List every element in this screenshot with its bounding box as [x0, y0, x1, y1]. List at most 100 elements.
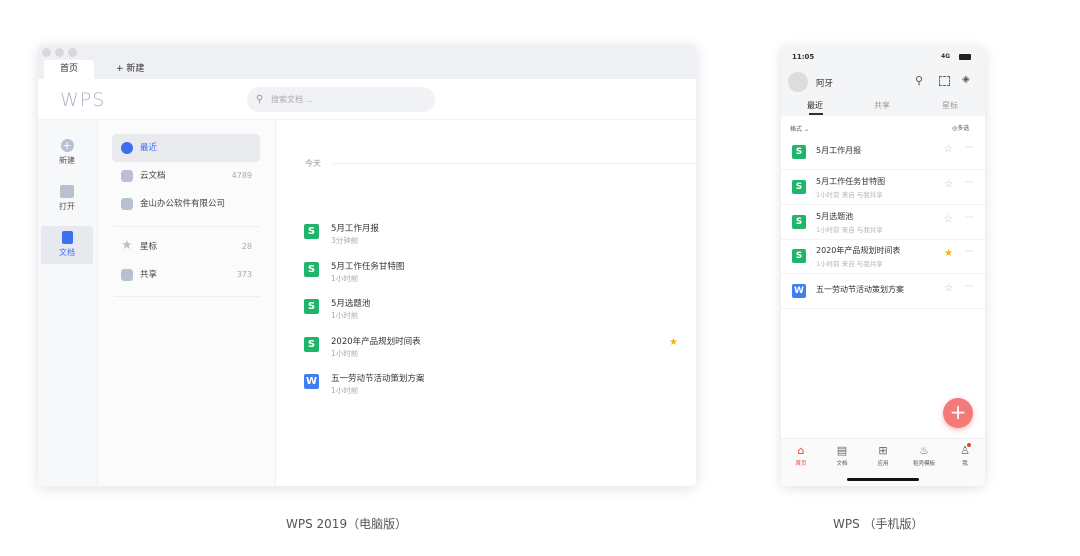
spreadsheet-icon: S — [792, 249, 806, 264]
nav-shared[interactable]: 共享 373 — [112, 261, 260, 289]
file-item[interactable]: S 5月工作任务甘特图 1小时前 — [304, 258, 684, 294]
file-time: 3分钟前 — [331, 236, 359, 245]
star-icon[interactable]: ☆ — [944, 214, 953, 225]
mobile-header: 11:05 4G 阿牙 ⚲ ◈ 最近 共享 星标 — [781, 46, 985, 116]
nav-company[interactable]: 金山办公软件有限公司 — [112, 190, 260, 218]
file-time: 1小时前 — [331, 348, 359, 358]
hat-icon[interactable]: ◈ — [962, 74, 970, 85]
scan-icon[interactable] — [939, 76, 950, 86]
mobile-file-item[interactable]: S 2020年产品规划时间表 1小时前 来自 与我共享 ★ ··· — [781, 239, 985, 275]
nav-starred[interactable]: ★ 星标 28 — [112, 233, 260, 261]
file-item[interactable]: S 2020年产品规划时间表 1小时前 ★ — [304, 333, 684, 369]
mobile-tab-recent[interactable]: 最近 — [807, 100, 823, 111]
tabbar-label: 首页 — [795, 461, 807, 467]
window-minimize-button[interactable] — [55, 48, 64, 57]
spreadsheet-icon: S — [792, 214, 806, 229]
more-icon[interactable]: ··· — [965, 247, 974, 257]
format-filter[interactable]: 格式 ⌄ — [790, 124, 809, 133]
status-network: 4G — [941, 53, 951, 60]
document-icon: ▤ — [836, 444, 848, 457]
avatar[interactable] — [788, 72, 808, 92]
file-name: 5月选题池 — [331, 299, 371, 309]
window-close-button[interactable] — [42, 48, 51, 57]
search-placeholder: 搜索文档 ... — [271, 95, 314, 104]
window-maximize-button[interactable] — [68, 48, 77, 57]
file-name: 5月工作任务甘特图 — [331, 261, 405, 272]
search-input[interactable]: ⚲ 搜索文档 ... — [247, 87, 435, 112]
file-meta: 1小时前 来自 与我共享 — [816, 190, 883, 199]
file-item[interactable]: S 5月工作月报 3分钟前 — [304, 220, 684, 256]
nav-label: 共享 — [140, 270, 158, 280]
file-name: 2020年产品规划时间表 — [331, 336, 421, 347]
mobile-tab-starred[interactable]: 星标 — [942, 100, 958, 111]
spreadsheet-icon: S — [304, 224, 319, 239]
star-icon[interactable]: ☆ — [944, 179, 953, 190]
rail-label: 文档 — [59, 248, 75, 257]
writer-doc-icon: W — [792, 284, 806, 299]
tab-new[interactable]: + 新建 — [100, 60, 160, 79]
tabbar-label: 我 — [962, 461, 968, 467]
nav-recent[interactable]: 最近 — [112, 134, 260, 162]
rail-new[interactable]: + 新建 — [41, 134, 93, 172]
nav-cloud[interactable]: 云文档 4789 — [112, 162, 260, 190]
star-icon[interactable]: ★ — [669, 337, 678, 348]
left-rail: + 新建 打开 文档 — [38, 120, 98, 486]
home-icon: ⌂ — [797, 444, 805, 457]
folder-icon — [60, 185, 74, 198]
search-icon[interactable]: ⚲ — [915, 74, 923, 87]
divider — [332, 163, 696, 164]
divider — [114, 296, 260, 297]
status-time: 11:05 — [792, 53, 815, 61]
file-name: 5月工作任务甘特图 — [816, 176, 886, 186]
multi-select-button[interactable]: ◎多选 — [952, 123, 969, 132]
star-icon[interactable]: ☆ — [944, 283, 953, 294]
spreadsheet-icon: S — [792, 145, 806, 159]
notification-dot — [967, 443, 971, 447]
file-item[interactable]: W 五一劳动节活动策划方案 1小时前 — [304, 370, 684, 406]
star-icon: ★ — [121, 238, 133, 253]
writer-doc-icon: W — [304, 374, 319, 389]
fab-add-button[interactable]: + — [943, 398, 973, 428]
users-icon — [121, 269, 133, 281]
mobile-file-item[interactable]: S 5月工作任务甘特图 1小时前 来自 与我共享 ☆ ··· — [781, 170, 985, 205]
tabbar-apps[interactable]: ⊞ 应用 — [863, 445, 903, 468]
person-icon: ♙ — [960, 444, 970, 457]
mobile-file-item[interactable]: W 五一劳动节活动策划方案 ☆ ··· — [781, 274, 985, 310]
mobile-tab-shared[interactable]: 共享 — [874, 100, 890, 111]
file-item[interactable]: S 5月选题池 1小时前 — [304, 295, 684, 331]
more-icon[interactable]: ··· — [965, 213, 974, 223]
chevron-down-icon: ⌄ — [803, 126, 809, 133]
tabbar-templates[interactable]: ♨ 稻壳模板 — [904, 445, 944, 468]
more-icon[interactable]: ··· — [965, 143, 974, 153]
rail-open[interactable]: 打开 — [41, 180, 93, 218]
building-icon — [121, 198, 133, 210]
desktop-window: 首页 + 新建 WPS ⚲ 搜索文档 ... + 新建 打开 文档 最近 云文档 4… — [38, 45, 696, 486]
star-icon[interactable]: ☆ — [944, 144, 953, 155]
nav-count: 4789 — [231, 171, 252, 180]
title-bar: 首页 + 新建 — [38, 45, 696, 79]
star-icon[interactable]: ★ — [944, 248, 953, 259]
spreadsheet-icon: S — [304, 299, 319, 314]
divider — [114, 226, 260, 227]
mobile-file-item[interactable]: S 5月工作月报 ☆ ··· — [781, 135, 985, 170]
tabbar-docs[interactable]: ▤ 文档 — [822, 444, 862, 468]
file-meta: 1小时前 来自 与我共享 — [816, 225, 883, 234]
nav-label: 金山办公软件有限公司 — [140, 199, 226, 209]
rail-docs[interactable]: 文档 — [41, 226, 93, 264]
tabbar-home[interactable]: ⌂ 首页 — [781, 444, 821, 468]
file-time: 1小时前 — [331, 386, 359, 395]
plus-circle-icon: + — [60, 139, 74, 152]
mobile-caption: WPS （手机版） — [833, 517, 924, 531]
tab-home[interactable]: 首页 — [44, 60, 95, 79]
multi-select-label: 多选 — [957, 125, 970, 132]
file-name: 5月工作月报 — [331, 224, 379, 234]
mobile-file-item[interactable]: S 5月选题池 1小时前 来自 与我共享 ☆ ··· — [781, 205, 985, 240]
nav-label: 云文档 — [140, 171, 166, 181]
desktop-caption: WPS 2019（电脑版） — [286, 517, 408, 531]
tabbar-me[interactable]: ♙ 我 — [945, 444, 985, 468]
wps-logo: WPS — [60, 89, 106, 111]
section-label: 今天 — [305, 159, 321, 168]
more-icon[interactable]: ··· — [965, 178, 974, 188]
more-icon[interactable]: ··· — [965, 282, 974, 292]
tab-bar: ⌂ 首页 ▤ 文档 ⊞ 应用 ♨ 稻壳模板 ♙ 我 — [781, 438, 985, 486]
